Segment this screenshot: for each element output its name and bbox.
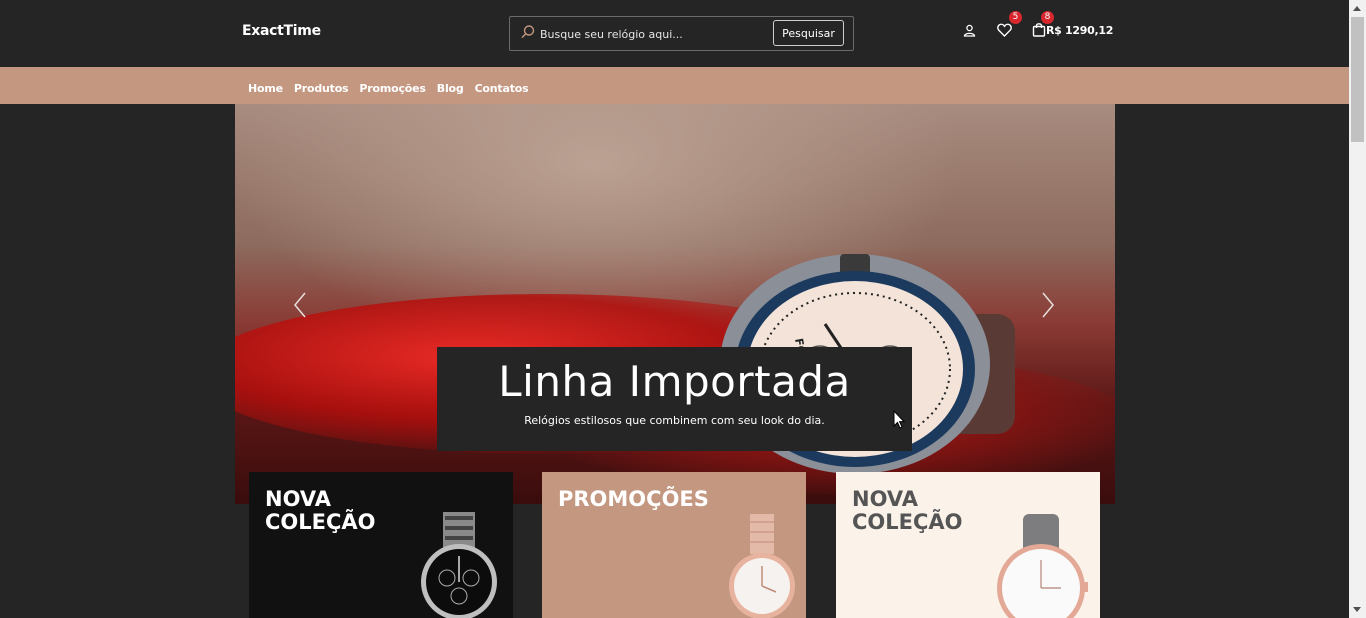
search-input[interactable] [540, 23, 770, 45]
heart-icon[interactable] [997, 23, 1012, 37]
main-nav: Home Produtos Promoções Blog Contatos [0, 67, 1349, 104]
category-card-nova-colecao[interactable]: NOVA COLEÇÃO [249, 472, 513, 618]
search-bar: Pesquisar [509, 16, 854, 51]
hero-caption: Linha Importada Relógios estilosos que c… [437, 347, 912, 451]
chevron-left-icon[interactable] [291, 290, 309, 320]
card-title: NOVA COLEÇÃO [852, 487, 963, 534]
page-scrollbar[interactable] [1349, 0, 1366, 618]
site-logo[interactable]: ExactTime [242, 23, 321, 39]
hero-subtitle: Relógios estilosos que combinem com seu … [524, 414, 825, 427]
cart-total[interactable]: R$ 1290,12 [1046, 24, 1113, 37]
category-card-nova-colecao-2[interactable]: NOVA COLEÇÃO [836, 472, 1100, 618]
category-card-promocoes[interactable]: PROMOÇÕES [542, 472, 806, 618]
hero-title: Linha Importada [498, 357, 851, 406]
card-title: PROMOÇÕES [558, 487, 709, 511]
black-watch-image [421, 512, 497, 618]
user-icon[interactable] [963, 24, 976, 37]
top-header: ExactTime Pesquisar 5 8 R$ 1290,12 [0, 0, 1349, 67]
nav-item-blog[interactable]: Blog [437, 82, 464, 95]
rose-gold-watch-image [729, 514, 795, 618]
nav-item-contatos[interactable]: Contatos [475, 82, 529, 95]
scrollbar-thumb[interactable] [1351, 17, 1364, 142]
search-button[interactable]: Pesquisar [773, 20, 844, 46]
nav-item-promocoes[interactable]: Promoções [359, 82, 426, 95]
wishlist-count-badge: 5 [1009, 11, 1022, 24]
chevron-right-icon[interactable] [1039, 290, 1057, 320]
shopping-bag-icon[interactable] [1032, 22, 1046, 37]
gray-strap-watch-image [997, 514, 1088, 618]
nav-item-produtos[interactable]: Produtos [294, 82, 349, 95]
card-title: NOVA COLEÇÃO [265, 487, 376, 534]
search-icon [521, 25, 535, 39]
scroll-down-arrow[interactable] [1353, 607, 1361, 612]
cart-count-badge: 8 [1041, 11, 1054, 24]
hero-carousel: FOSSIL Linha Importada Relógios estiloso… [235, 104, 1115, 504]
nav-item-home[interactable]: Home [248, 82, 283, 95]
mouse-cursor-icon [893, 410, 905, 429]
scroll-up-arrow[interactable] [1353, 6, 1361, 11]
